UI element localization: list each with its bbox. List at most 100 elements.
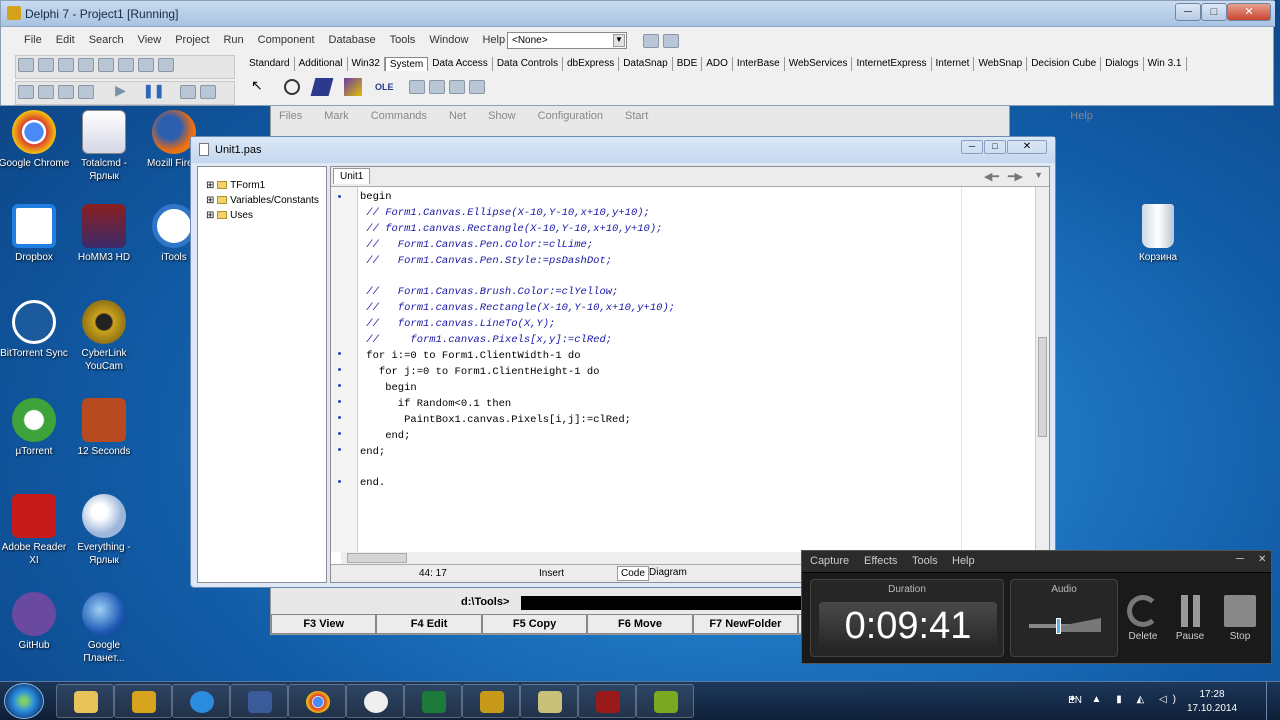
code-line[interactable]: // Form1.Canvas.Brush.Color:=clYellow;	[360, 285, 675, 301]
desktop-icon-chrome[interactable]: Google Chrome	[0, 110, 72, 170]
code-line[interactable]: for j:=0 to Form1.ClientHeight-1 do	[360, 365, 675, 381]
taskbar-explorer[interactable]	[56, 684, 114, 718]
f7-newfolder-button[interactable]: F7 NewFolder	[692, 614, 799, 634]
dde-server-conv-icon[interactable]	[448, 80, 465, 95]
new-icon[interactable]	[18, 58, 34, 72]
palette-tab-active[interactable]: System	[384, 57, 429, 71]
desktop-icon-adobe-reader[interactable]: Adobe Reader XI	[0, 494, 72, 567]
olecontainer-component-icon[interactable]: OLE	[375, 82, 394, 92]
maximize-button[interactable]: □	[984, 140, 1006, 154]
palette-tab[interactable]: Standard	[245, 57, 295, 71]
code-line[interactable]: // Form1.Canvas.Pen.Color:=clLime;	[360, 238, 675, 254]
palette-tab[interactable]: Decision Cube	[1027, 57, 1102, 71]
pause-icon[interactable]: ❚❚	[143, 83, 165, 99]
code-line[interactable]: // Form1.Canvas.Pen.Style:=psDashDot;	[360, 254, 675, 270]
totalcmd-menu-item[interactable]: Start	[625, 110, 648, 122]
audio-slider-thumb[interactable]	[1055, 618, 1061, 634]
taskbar-ie[interactable]	[172, 684, 230, 718]
palette-tab[interactable]: DataSnap	[619, 57, 673, 71]
taskbar-excel[interactable]	[404, 684, 462, 718]
palette-tab[interactable]: WebSnap	[974, 57, 1028, 71]
menu-database[interactable]: Database	[322, 34, 383, 46]
breakpoint-dot[interactable]	[338, 368, 341, 371]
f3-view-button[interactable]: F3 View	[271, 614, 377, 634]
save-desktop-icon[interactable]	[643, 34, 659, 48]
palette-tab[interactable]: Internet	[932, 57, 975, 71]
taskbar-delphi[interactable]	[114, 684, 172, 718]
code-line[interactable]	[360, 270, 675, 286]
desktop-icon-recycle-bin[interactable]: Корзина	[1120, 204, 1196, 264]
pointer-icon[interactable]: ↖	[251, 77, 263, 94]
add-file-icon[interactable]	[118, 58, 134, 72]
run-icon[interactable]: ▶	[115, 82, 126, 99]
breakpoint-dot[interactable]	[338, 384, 341, 387]
desktop-icon-everything[interactable]: Everything - Ярлык	[66, 494, 142, 567]
palette-tab[interactable]: WebServices	[785, 57, 853, 71]
code-line[interactable]: if Random<0.1 then	[360, 397, 675, 413]
trace-into-icon[interactable]	[179, 85, 196, 100]
code-line[interactable]: begin	[360, 381, 675, 397]
totalcmd-menu-item[interactable]: Configuration	[538, 110, 603, 122]
tree-item-uses[interactable]: ⊞ Uses	[206, 210, 253, 221]
scroll-thumb[interactable]	[1038, 337, 1047, 437]
paintbox-component-icon[interactable]	[310, 78, 334, 97]
show-desktop-button[interactable]	[1266, 682, 1280, 720]
code-line[interactable]: begin	[360, 190, 675, 206]
code-editor-titlebar[interactable]: Unit1.pas ─ □ ✕	[191, 137, 1055, 163]
code-line[interactable]: end.	[360, 476, 675, 492]
totalcmd-menu-item[interactable]: Show	[488, 110, 516, 122]
code-line[interactable]: PaintBox1.canvas.Pixels[i,j]:=clRed;	[360, 413, 675, 429]
save-all-icon[interactable]	[78, 58, 94, 72]
desktop-icon-btsync[interactable]: BitTorrent Sync	[0, 300, 72, 360]
code-line[interactable]: end;	[360, 429, 675, 445]
f4-edit-button[interactable]: F4 Edit	[376, 614, 482, 634]
f6-move-button[interactable]: F6 Move	[587, 614, 693, 634]
palette-tab[interactable]: InterBase	[733, 57, 785, 71]
desktop-icon-youcam[interactable]: CyberLink YouCam	[66, 300, 142, 373]
vertical-scrollbar[interactable]	[1035, 187, 1049, 552]
help-icon[interactable]	[158, 58, 174, 72]
totalcmd-menu-item[interactable]: Mark	[324, 110, 348, 122]
set-debug-desktop-icon[interactable]	[663, 34, 679, 48]
desktop-icon-google-earth[interactable]: Google Планет...	[66, 592, 142, 665]
desktop-icon-homm3[interactable]: HoMM3 HD	[66, 204, 142, 264]
stop-button[interactable]: Stop	[1220, 595, 1260, 642]
taskbar-folder[interactable]	[520, 684, 578, 718]
menu-edit[interactable]: Edit	[49, 34, 82, 46]
tab-unit1[interactable]: Unit1	[333, 168, 371, 184]
desktop-icon-12seconds[interactable]: 12 Seconds	[66, 398, 142, 458]
view-form-icon[interactable]	[38, 85, 54, 100]
code-line[interactable]: // form1.canvas.Rectangle(X-10,Y-10,x+10…	[360, 301, 675, 317]
palette-tab[interactable]: Additional	[295, 57, 348, 71]
code-line[interactable]: // form1.canvas.LineTo(X,Y);	[360, 317, 675, 333]
palette-tab[interactable]: Data Access	[428, 57, 493, 71]
palette-tab[interactable]: Win 3.1	[1144, 57, 1187, 71]
taskbar-chrome[interactable]	[288, 684, 346, 718]
start-button[interactable]	[4, 683, 44, 719]
totalcmd-menu-item[interactable]: Net	[449, 110, 466, 122]
view-unit-icon[interactable]	[18, 85, 34, 100]
breakpoint-dot[interactable]	[338, 416, 341, 419]
recorder-menu-help[interactable]: Help	[952, 555, 975, 567]
breakpoint-dot[interactable]	[338, 400, 341, 403]
timer-component-icon[interactable]	[283, 79, 300, 96]
scroll-thumb[interactable]	[347, 553, 407, 563]
desktop-icon-totalcmd[interactable]: Totalcmd - Ярлык	[66, 110, 142, 183]
close-button[interactable]: ✕	[1227, 3, 1271, 21]
menu-file[interactable]: File	[17, 34, 49, 46]
clock[interactable]: 17:28 17.10.2014	[1182, 688, 1242, 716]
delete-button[interactable]: Delete	[1123, 595, 1163, 642]
tray-icons[interactable]: ✦ ▲ ▮ ◭ ◁)	[1068, 694, 1182, 705]
code-line[interactable]	[360, 460, 675, 476]
code-editor[interactable]: Unit1 ◀━ ━▶ ▼ begin // Form1.Canvas.Elli…	[330, 166, 1050, 583]
dde-server-item-icon[interactable]	[468, 80, 485, 95]
minimize-button[interactable]: ─	[961, 140, 983, 154]
taskbar-app-bird[interactable]	[346, 684, 404, 718]
minimize-button[interactable]: ─	[1175, 3, 1201, 21]
menu-search[interactable]: Search	[82, 34, 131, 46]
palette-tab[interactable]: ADO	[702, 57, 733, 71]
remove-file-icon[interactable]	[138, 58, 154, 72]
menu-project[interactable]: Project	[168, 34, 216, 46]
close-icon[interactable]: ✕	[1258, 554, 1266, 565]
tab-diagram[interactable]: Diagram	[649, 567, 687, 578]
